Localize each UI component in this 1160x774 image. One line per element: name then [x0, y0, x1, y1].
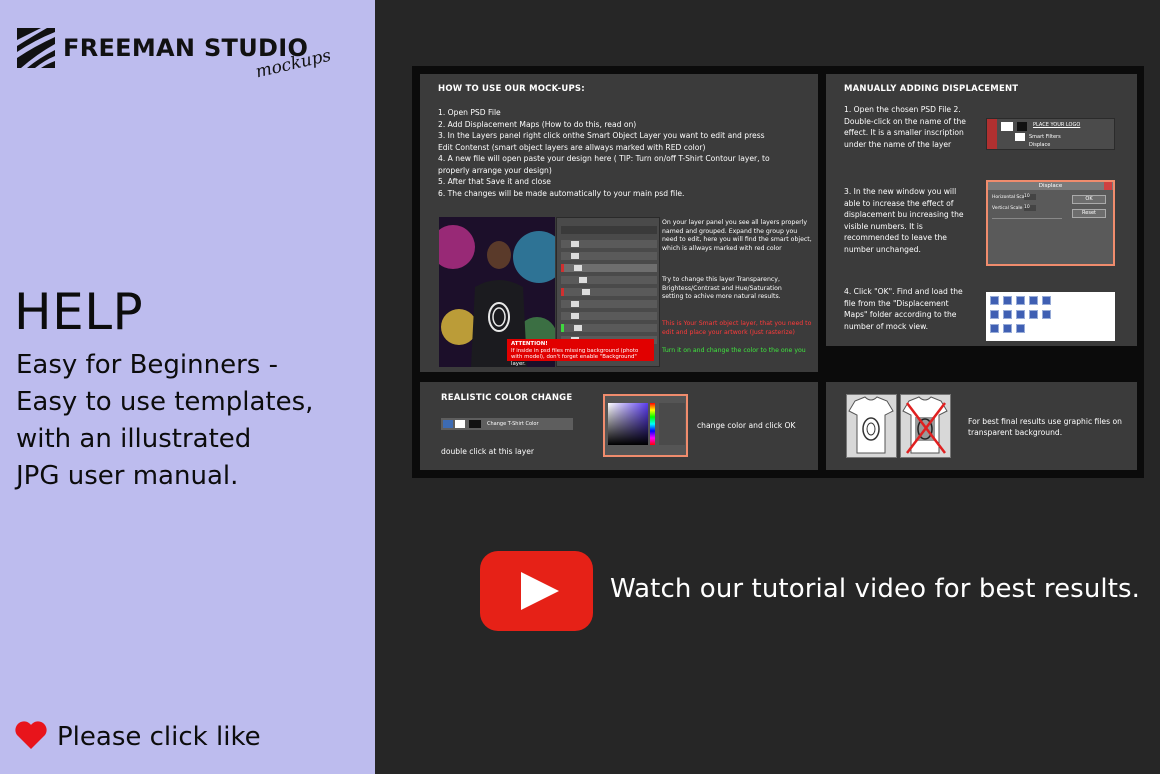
zebra-logo-icon [17, 28, 55, 68]
help-line: with an illustrated [16, 424, 252, 454]
transparent-panel: For best final results use graphic files… [826, 382, 1137, 470]
color-change-panel: REALISTIC COLOR CHANGE Change T-Shirt Co… [420, 382, 818, 470]
color-change-action: change color and click OK [697, 421, 796, 430]
dialog-v-value: 10 [1024, 205, 1036, 211]
displacement-maps-screenshot [986, 292, 1115, 341]
heart-icon[interactable] [14, 720, 48, 750]
color-change-title: REALISTIC COLOR CHANGE [441, 393, 573, 403]
like-label: Please click like [57, 722, 261, 752]
dialog-h-value: 10 [1024, 194, 1036, 200]
help-line: JPG user manual. [16, 461, 239, 491]
step: 5. After that Save it and close [438, 177, 551, 186]
ps-layer-label: PLACE YOUR LOGO [1033, 122, 1081, 128]
attention-body: If inside in psd files missing backgroun… [511, 347, 639, 367]
step: properly arrange your design) [438, 165, 552, 175]
displacement-step3: 3. In the new window you will able to in… [844, 187, 964, 254]
play-icon [521, 572, 559, 610]
howto-panel: HOW TO USE OUR MOCK-UPS: 1. Open PSD Fil… [420, 74, 818, 372]
step: Edit Contenst (smart object layers are a… [438, 142, 706, 152]
color-layer-label: Change T-Shirt Color [487, 421, 539, 427]
help-title: HELP [14, 283, 144, 341]
help-line: Easy for Beginners - [16, 350, 278, 380]
side-note-red: This is Your Smart object layer, that yo… [662, 320, 812, 336]
dialog-v-label: Vertical Scale [992, 206, 1023, 211]
attention-box: ATTENTION! If inside in psd files missin… [507, 339, 654, 367]
color-change-hint: double click at this layer [441, 447, 535, 456]
displacement-title: MANUALLY ADDING DISPLACEMENT [844, 84, 1019, 94]
displacement-panel: MANUALLY ADDING DISPLACEMENT 1. Open the… [826, 74, 1137, 346]
displacement-step1: 1. Open the chosen PSD File 2. Double-cl… [844, 105, 966, 149]
color-picker-screenshot [603, 394, 688, 457]
user-manual-image: HOW TO USE OUR MOCK-UPS: 1. Open PSD Fil… [412, 66, 1144, 478]
dialog-reset-button: Reset [1072, 209, 1106, 218]
transparent-note: For best final results use graphic files… [968, 417, 1122, 437]
displacement-step4: 4. Click "OK". Find and load the file fr… [844, 287, 963, 331]
howto-steps: 1. Open PSD File 2. Add Displacement Map… [438, 107, 770, 199]
dialog-title: Displace [988, 182, 1113, 190]
color-layer-screenshot: Change T-Shirt Color [441, 418, 573, 430]
ps-filter-label: Smart Filters [1029, 134, 1061, 140]
brand-logo: FREEMAN STUDIO mockups [17, 28, 337, 98]
dialog-ok-button: OK [1072, 195, 1106, 204]
howto-title: HOW TO USE OUR MOCK-UPS: [438, 84, 585, 94]
ps-effect-label: Displace [1029, 142, 1051, 148]
side-note-green: Turn it on and change the color to the o… [662, 347, 806, 354]
video-caption: Watch our tutorial video for best result… [610, 574, 1141, 604]
step: 6. The changes will be made automaticall… [438, 188, 685, 198]
displace-dialog-screenshot: Displace Horizontal Scale 10 Vertical Sc… [986, 180, 1115, 266]
side-note-2: Try to change this layer Transparency, B… [662, 276, 782, 301]
ps-layer-screenshot: PLACE YOUR LOGO Smart Filters Displace [986, 118, 1115, 150]
help-line: Easy to use templates, [16, 387, 314, 417]
youtube-play-button[interactable] [480, 551, 593, 631]
tshirt-icon [846, 394, 897, 458]
left-panel: FREEMAN STUDIO mockups HELP Easy for Beg… [0, 0, 375, 774]
step: 1. Open PSD File [438, 108, 501, 117]
step: 2. Add Displacement Maps (How to do this… [438, 119, 637, 129]
tshirt-crossed-icon [900, 394, 951, 458]
step: 3. In the Layers panel right click onthe… [438, 131, 765, 140]
step: 4. A new file will open paste your desig… [438, 154, 770, 163]
side-note-1: On your layer panel you see all layers p… [662, 219, 812, 252]
